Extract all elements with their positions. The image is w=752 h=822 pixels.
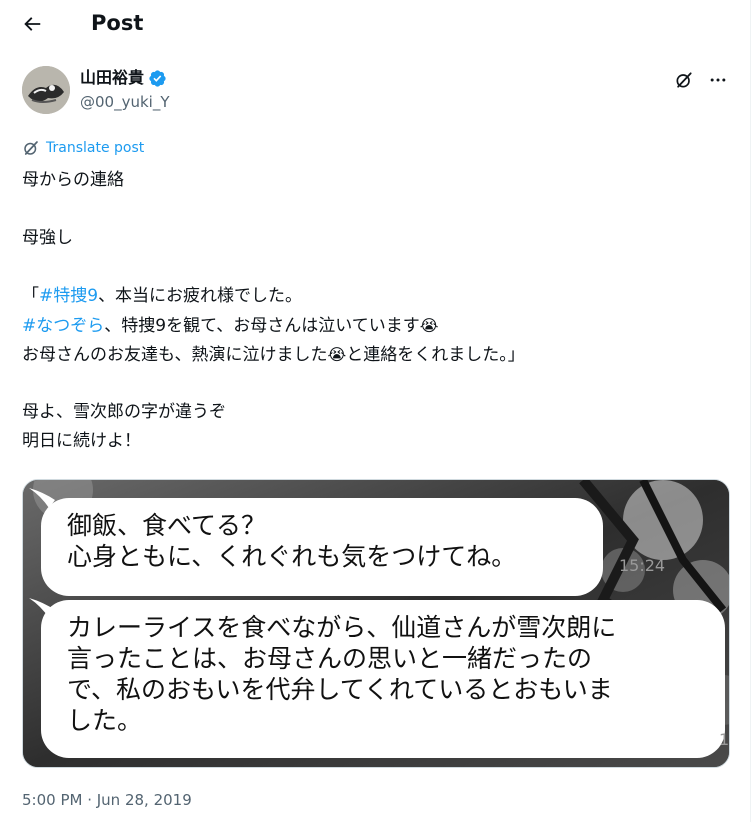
- translate-label[interactable]: Translate post: [46, 139, 144, 157]
- crying-face-emoji: 😭: [327, 345, 347, 364]
- translate-post-button[interactable]: Translate post: [22, 139, 144, 157]
- arrow-left-icon: [24, 17, 41, 31]
- text-line: 母強し: [22, 228, 73, 248]
- header: Post: [0, 0, 750, 48]
- more-button[interactable]: [704, 66, 732, 94]
- verified-badge-icon: [149, 69, 166, 87]
- text-line: 明日に続けよ！: [22, 431, 141, 451]
- text-line: #なつぞら、特捜9を観て、お母さんは泣いています😭: [22, 311, 732, 340]
- chat-bubble: カレーライスを食べながら、仙道さんが雪次朗に 言ったことは、お母さんの思いと一緒…: [41, 600, 725, 758]
- chat-line: した。: [67, 706, 143, 735]
- chat-line: 言ったことは、お母さんの思いと一緒だったの: [67, 644, 593, 673]
- page-marker: 1: [719, 730, 730, 749]
- text-line: お母さんのお友達も、熱演に泣けました😭と連絡をくれました。」: [22, 340, 732, 369]
- more-horizontal-icon: [710, 78, 726, 82]
- text-line: 母からの連絡: [22, 170, 124, 190]
- chat-time: 15:24: [619, 556, 666, 575]
- post-media-image[interactable]: 御飯、食べてる？ 心身ともに、くれぐれも気をつけてね。 15:24 カレーライス…: [22, 479, 730, 768]
- text-span: 、特捜9を観て、お母さんは泣いています: [104, 316, 420, 336]
- author-handle[interactable]: @00_yuki_Y: [80, 92, 170, 112]
- text-line: 「#特捜9、本当にお疲れ様でした。: [22, 282, 732, 311]
- grok-button[interactable]: [670, 66, 698, 94]
- chat-line: カレーライスを食べながら、仙道さんが雪次朗に: [67, 613, 617, 642]
- crying-face-emoji: 😭: [419, 316, 439, 335]
- page-title: Post: [91, 11, 144, 35]
- avatar[interactable]: [22, 66, 70, 114]
- grok-icon: [676, 72, 692, 88]
- post-page: Post 山田裕貴 @00_yuki_Y Translate post 母からの…: [0, 0, 751, 822]
- hashtag-link[interactable]: #特捜9: [39, 286, 98, 306]
- hashtag-link[interactable]: #なつぞら: [22, 316, 104, 336]
- post-text: 母からの連絡 母強し 「#特捜9、本当にお疲れ様でした。 #なつぞら、特捜9を観…: [22, 166, 732, 456]
- text-span: お母さんのお友達も、熱演に泣けました: [22, 345, 328, 365]
- chat-line: 心身ともに、くれぐれも気をつけてね。: [67, 542, 517, 571]
- text-span: 、本当にお疲れ様でした。: [98, 286, 303, 306]
- author-name-row[interactable]: 山田裕貴: [80, 68, 167, 88]
- text-span: と連絡をくれました。」: [346, 345, 525, 365]
- back-button[interactable]: [14, 6, 50, 42]
- author-name[interactable]: 山田裕貴: [80, 68, 144, 88]
- chat-bubble: 御飯、食べてる？ 心身ともに、くれぐれも気をつけてね。: [41, 498, 603, 596]
- chat-line: 御飯、食べてる？: [67, 511, 267, 540]
- text-line: 母よ、雪次郎の字が違うぞ: [22, 402, 226, 422]
- avatar-image: [22, 66, 70, 114]
- text-span: 「: [22, 286, 39, 306]
- grok-translate-icon: [24, 141, 38, 155]
- post-timestamp[interactable]: 5:00 PM · Jun 28, 2019: [22, 790, 192, 810]
- chat-line: で、私のおもいを代弁してくれているとおもいま: [67, 675, 613, 704]
